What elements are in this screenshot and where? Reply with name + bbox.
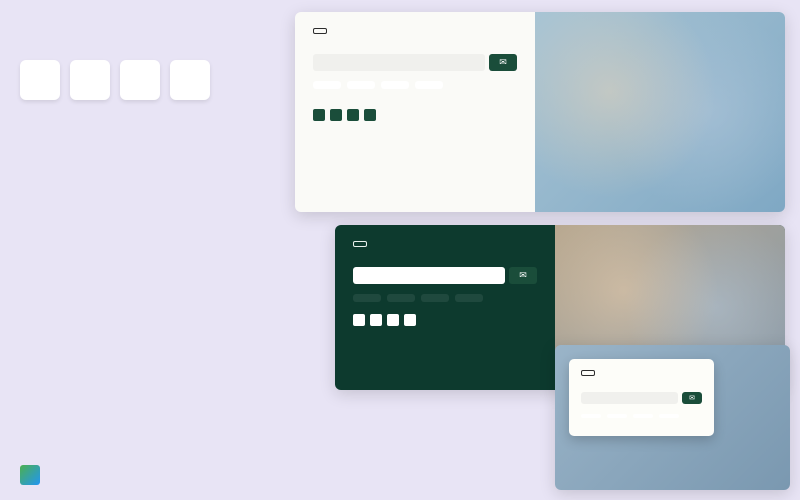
preview-content: ✉ bbox=[335, 225, 555, 390]
vendor-brand bbox=[20, 465, 46, 485]
hero-image bbox=[535, 12, 785, 212]
countdown-days bbox=[353, 294, 381, 302]
send-icon: ✉ bbox=[519, 270, 527, 281]
submit-button[interactable]: ✉ bbox=[509, 267, 537, 284]
countdown-days bbox=[313, 81, 341, 89]
instagram-icon[interactable] bbox=[370, 314, 382, 326]
countdown-minutes bbox=[381, 81, 409, 89]
html5-icon bbox=[20, 60, 60, 100]
floating-card: ✉ bbox=[569, 359, 714, 436]
coming-soon-badge bbox=[353, 241, 367, 247]
x-icon[interactable] bbox=[364, 109, 376, 121]
facebook-icon[interactable] bbox=[353, 314, 365, 326]
vendor-logo-icon bbox=[20, 465, 40, 485]
tech-stack-icons bbox=[20, 60, 280, 100]
subscribe-form: ✉ bbox=[353, 267, 537, 284]
countdown-minutes bbox=[421, 294, 449, 302]
x-icon[interactable] bbox=[404, 314, 416, 326]
countdown-seconds bbox=[415, 81, 443, 89]
send-icon: ✉ bbox=[689, 394, 695, 402]
coming-soon-badge bbox=[581, 370, 595, 376]
bootstrap-icon bbox=[170, 60, 210, 100]
css3-icon bbox=[120, 60, 160, 100]
linkedin-icon[interactable] bbox=[387, 314, 399, 326]
countdown-seconds bbox=[455, 294, 483, 302]
subscribe-form: ✉ bbox=[581, 392, 702, 404]
facebook-icon[interactable] bbox=[313, 109, 325, 121]
linkedin-icon[interactable] bbox=[347, 109, 359, 121]
email-field[interactable] bbox=[313, 54, 485, 71]
coming-soon-badge bbox=[313, 28, 327, 34]
jquery-icon bbox=[70, 60, 110, 100]
social-links bbox=[353, 314, 537, 326]
social-links bbox=[313, 109, 517, 121]
countdown-timer bbox=[313, 81, 517, 89]
instagram-icon[interactable] bbox=[330, 109, 342, 121]
template-preview-light: ✉ bbox=[295, 12, 785, 212]
submit-button[interactable]: ✉ bbox=[682, 392, 702, 404]
countdown-timer bbox=[581, 414, 702, 418]
countdown-seconds bbox=[659, 414, 679, 418]
template-preview-card: ✉ bbox=[555, 345, 790, 490]
countdown-timer bbox=[353, 294, 537, 302]
countdown-hours bbox=[607, 414, 627, 418]
email-field[interactable] bbox=[353, 267, 505, 284]
submit-button[interactable]: ✉ bbox=[489, 54, 517, 71]
countdown-minutes bbox=[633, 414, 653, 418]
send-icon: ✉ bbox=[499, 57, 507, 68]
email-field[interactable] bbox=[581, 392, 678, 404]
countdown-hours bbox=[387, 294, 415, 302]
countdown-hours bbox=[347, 81, 375, 89]
subscribe-form: ✉ bbox=[313, 54, 517, 71]
preview-content: ✉ bbox=[295, 12, 535, 212]
marketing-sidebar bbox=[20, 20, 280, 100]
countdown-days bbox=[581, 414, 601, 418]
